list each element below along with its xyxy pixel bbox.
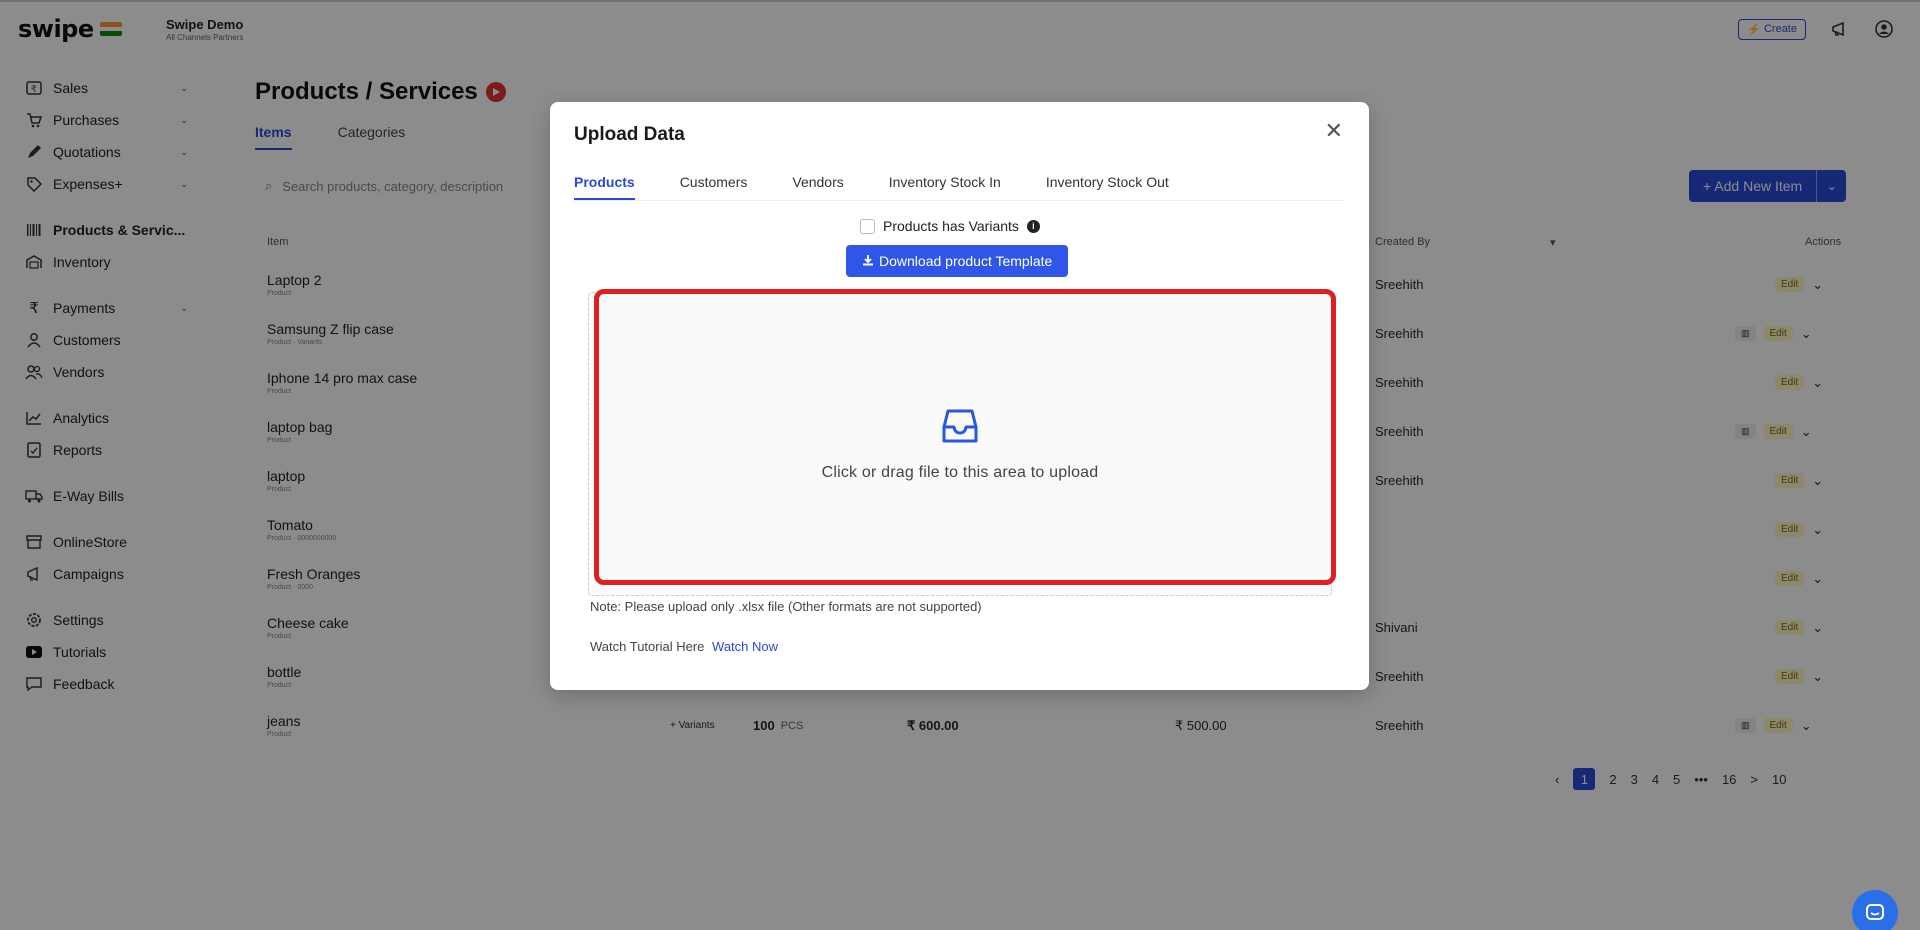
tutorial-label: Watch Tutorial Here: [590, 639, 705, 654]
close-icon[interactable]: ✕: [1325, 120, 1343, 142]
tab-inventory-stock-out[interactable]: Inventory Stock Out: [1046, 174, 1169, 200]
variants-checkbox[interactable]: [860, 218, 875, 234]
upload-tabs: Products Customers Vendors Inventory Sto…: [574, 174, 1344, 201]
tab-vendors[interactable]: Vendors: [792, 174, 843, 200]
upload-note: Note: Please upload only .xlsx file (Oth…: [590, 599, 982, 614]
chat-icon: [1866, 904, 1884, 920]
variants-option: Products has Variants i: [860, 218, 1040, 234]
modal-title: Upload Data: [574, 124, 685, 145]
tab-inventory-stock-in[interactable]: Inventory Stock In: [889, 174, 1001, 200]
highlight-box: [594, 289, 1336, 585]
watch-now-link[interactable]: Watch Now: [712, 639, 778, 654]
download-template-button[interactable]: Download product Template: [846, 245, 1069, 277]
tutorial-row: Watch Tutorial Here Watch Now: [590, 639, 778, 654]
download-template-label: Download product Template: [879, 253, 1053, 269]
chat-support-button[interactable]: [1852, 890, 1898, 930]
info-icon[interactable]: i: [1026, 219, 1040, 233]
download-icon: [862, 253, 874, 269]
tab-products[interactable]: Products: [574, 174, 635, 200]
variants-label: Products has Variants: [883, 218, 1019, 234]
tab-customers[interactable]: Customers: [680, 174, 748, 200]
